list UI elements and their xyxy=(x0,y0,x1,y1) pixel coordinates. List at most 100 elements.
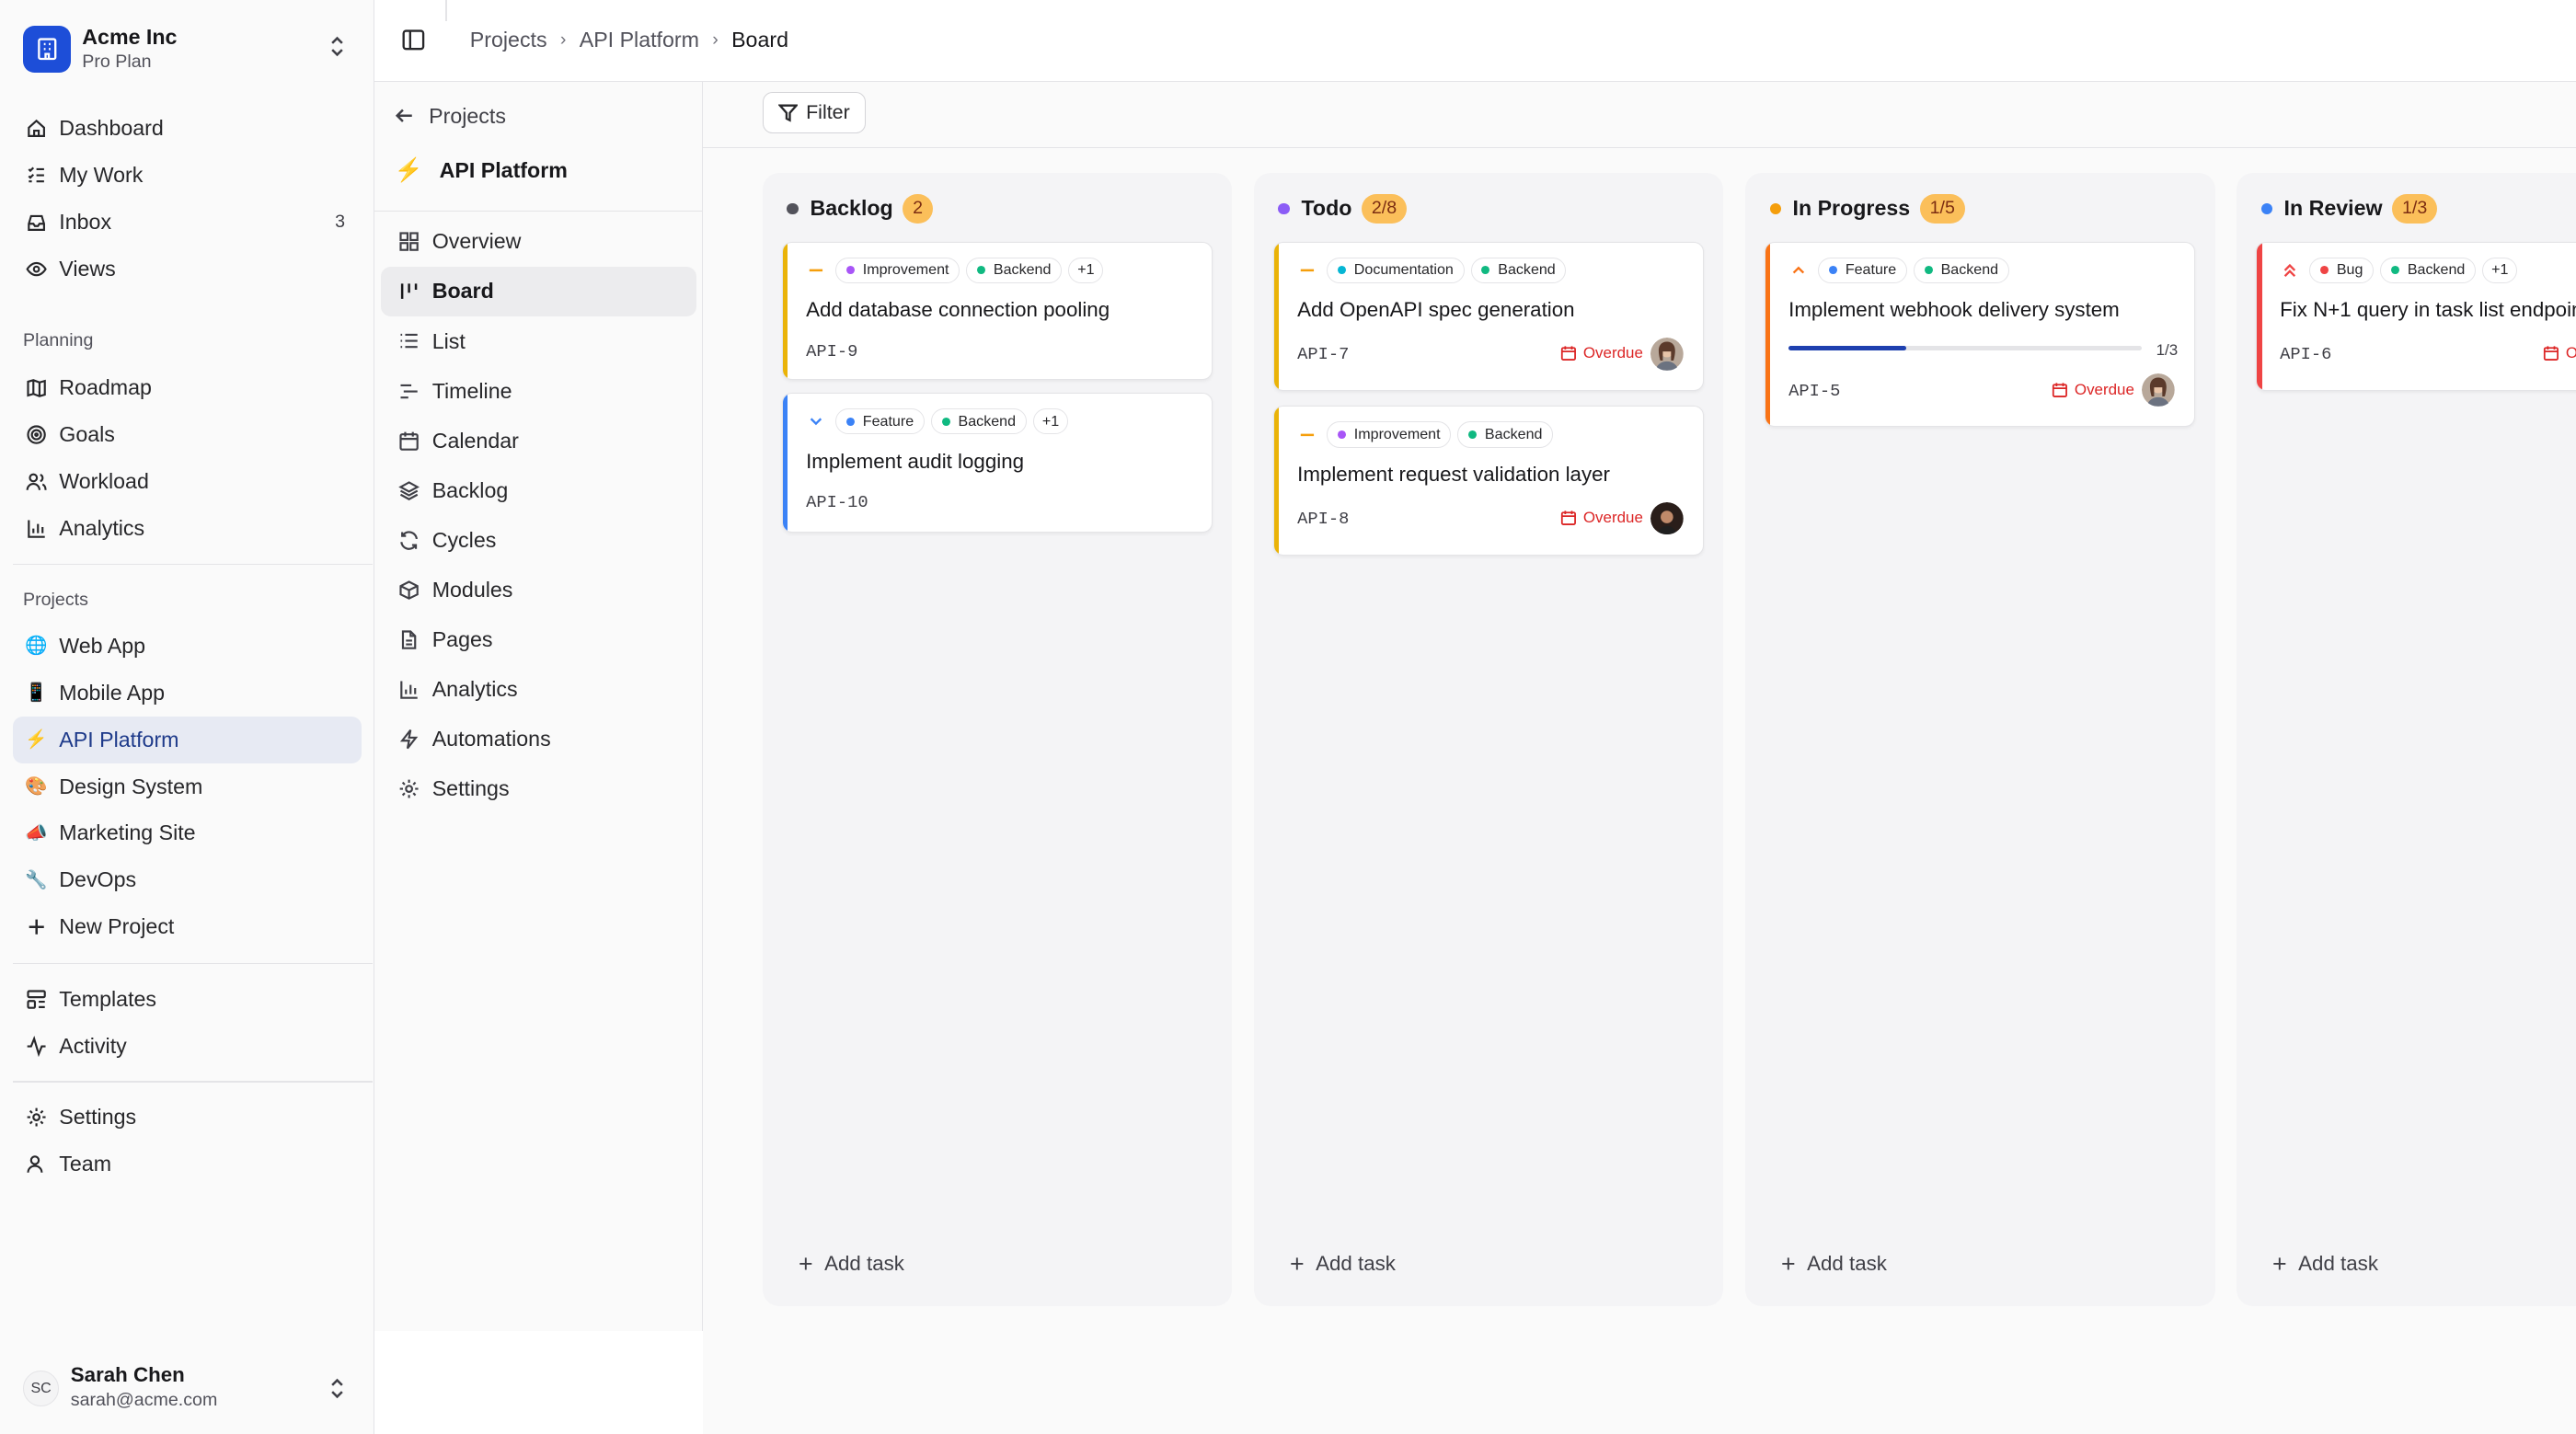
priority-accent xyxy=(1765,242,1771,427)
sidebar-project-api-platform[interactable]: ⚡ API Platform xyxy=(13,716,362,763)
task-card[interactable]: Improvement Backend Implement request va… xyxy=(1273,406,1705,556)
priority-medium-icon xyxy=(806,260,825,280)
breadcrumb-projects[interactable]: Projects xyxy=(470,28,547,52)
tab-list[interactable]: List xyxy=(381,316,696,366)
priority-accent xyxy=(783,393,788,532)
add-task-button[interactable]: + Add task xyxy=(799,1252,904,1277)
task-card[interactable]: Improvement Backend +1 Add database conn… xyxy=(782,241,1213,380)
task-card[interactable]: Documentation Backend Add OpenAPI spec g… xyxy=(1273,241,1705,392)
tab-board[interactable]: Board xyxy=(381,266,697,316)
nav-label: Roadmap xyxy=(59,375,152,400)
projects-nav: 🌐 Web App 📱 Mobile App ⚡ API Platform 🎨 … xyxy=(13,623,362,950)
planning-nav: Roadmap Goals Workload Analytics xyxy=(13,364,362,552)
task-card[interactable]: Feature Backend Implement webhook delive… xyxy=(1765,241,2196,428)
task-title: Add OpenAPI spec generation xyxy=(1297,298,1575,322)
breadcrumb-project[interactable]: API Platform xyxy=(580,28,699,52)
bar-chart-icon xyxy=(25,517,48,540)
refresh-icon xyxy=(397,529,420,552)
tab-settings[interactable]: Settings xyxy=(381,764,696,814)
map-icon xyxy=(25,376,48,399)
task-card[interactable]: Feature Backend +1 Implement audit loggi… xyxy=(782,392,1213,533)
label-tag: Backend xyxy=(930,407,1027,435)
task-title: Implement audit logging xyxy=(806,449,1025,473)
filter-button[interactable]: Filter xyxy=(762,92,866,133)
nav-team[interactable]: Team xyxy=(13,1141,362,1187)
bolt-icon: ⚡ xyxy=(394,157,423,184)
new-project-button[interactable]: New Project xyxy=(13,903,362,950)
add-task-button[interactable]: + Add task xyxy=(2272,1252,2378,1277)
chevron-right-icon: › xyxy=(712,29,719,51)
sidebar-project-web-app[interactable]: 🌐 Web App xyxy=(13,623,362,670)
add-task-button[interactable]: + Add task xyxy=(1781,1252,1887,1277)
chevrons-up-down-icon[interactable] xyxy=(326,1377,349,1400)
divider xyxy=(445,0,447,22)
status-dot xyxy=(787,202,799,215)
task-id: API-6 xyxy=(2280,344,2332,365)
board: Filter Backlog 2 Improvement Backend +1 … xyxy=(703,82,2576,1434)
tab-overview[interactable]: Overview xyxy=(381,217,696,267)
nav-dashboard[interactable]: Dashboard xyxy=(13,105,362,152)
task-id: API-9 xyxy=(806,340,858,361)
building-icon xyxy=(23,25,71,74)
tab-label: Pages xyxy=(431,627,493,652)
tab-pages[interactable]: Pages xyxy=(381,615,696,665)
label-tag: Backend xyxy=(1457,421,1554,448)
nav-workload[interactable]: Workload xyxy=(13,458,362,505)
user-menu[interactable]: SC Sarah Chen sarah@acme.com xyxy=(23,1362,351,1415)
project-label: API Platform xyxy=(59,727,179,751)
add-task-label: Add task xyxy=(2298,1252,2378,1276)
overdue-badge: Overdue xyxy=(1560,509,1643,527)
sidebar-project-mobile-app[interactable]: 📱 Mobile App xyxy=(13,670,362,717)
calendar-icon xyxy=(2052,383,2067,397)
sidebar-project-marketing-site[interactable]: 📣 Marketing Site xyxy=(13,809,362,856)
column-count-badge: 1/3 xyxy=(2392,193,2437,224)
bottom-nav: Settings Team xyxy=(13,1094,362,1187)
plus-icon: + xyxy=(2272,1249,2287,1278)
task-card[interactable]: Bug Backend +1 Fix N+1 query in task lis… xyxy=(2256,241,2576,392)
tab-label: Backlog xyxy=(431,477,509,502)
nav-activity[interactable]: Activity xyxy=(13,1023,362,1070)
nav-inbox[interactable]: Inbox 3 xyxy=(13,199,362,246)
assignee-avatar[interactable] xyxy=(2142,373,2175,407)
nav-templates[interactable]: Templates xyxy=(13,976,362,1023)
tab-analytics[interactable]: Analytics xyxy=(381,665,696,715)
tab-timeline[interactable]: Timeline xyxy=(381,366,696,416)
add-task-button[interactable]: + Add task xyxy=(1290,1252,1396,1277)
priority-accent xyxy=(2257,242,2262,391)
label-tag: Backend xyxy=(1470,257,1567,284)
tab-modules[interactable]: Modules xyxy=(381,566,696,615)
project-label: Web App xyxy=(59,633,146,658)
arrow-left-icon xyxy=(395,109,412,123)
column-title: In Progress xyxy=(1792,196,1911,221)
chevrons-up-down-icon[interactable] xyxy=(326,35,349,58)
priority-accent xyxy=(1274,407,1280,555)
project-label: DevOps xyxy=(59,867,137,892)
layers-icon xyxy=(397,479,420,502)
nav-analytics[interactable]: Analytics xyxy=(13,505,362,552)
back-to-projects-link[interactable]: Projects xyxy=(395,104,506,129)
sidebar-project-design-system[interactable]: 🎨 Design System xyxy=(13,763,362,810)
column-count-badge: 1/5 xyxy=(1919,193,1965,224)
tab-calendar[interactable]: Calendar xyxy=(381,416,696,465)
team-switcher[interactable]: Acme Inc Pro Plan xyxy=(23,23,351,75)
nav-goals[interactable]: Goals xyxy=(13,411,362,458)
sidebar-toggle-icon[interactable] xyxy=(401,28,426,52)
assignee-avatar[interactable] xyxy=(1650,338,1684,371)
gear-icon xyxy=(397,777,420,800)
tab-label: List xyxy=(431,328,466,353)
assignee-avatar[interactable] xyxy=(1650,501,1684,535)
tab-automations[interactable]: Automations xyxy=(381,715,696,764)
plus-icon: + xyxy=(798,1249,813,1278)
nav-roadmap[interactable]: Roadmap xyxy=(13,364,362,411)
nav-settings[interactable]: Settings xyxy=(13,1094,362,1141)
tab-cycles[interactable]: Cycles xyxy=(381,515,696,565)
tab-backlog[interactable]: Backlog xyxy=(381,465,696,515)
sidebar-project-devops[interactable]: 🔧 DevOps xyxy=(13,856,362,903)
nav-views[interactable]: Views xyxy=(13,246,362,293)
column-header: In Progress 1/5 xyxy=(1769,193,1965,224)
board-column-backlog: Backlog 2 Improvement Backend +1 Add dat… xyxy=(762,172,1233,1306)
nav-my-work[interactable]: My Work xyxy=(13,152,362,199)
tab-label: Timeline xyxy=(431,378,512,403)
tab-label: Analytics xyxy=(431,677,518,702)
label-tag: Improvement xyxy=(835,257,960,284)
